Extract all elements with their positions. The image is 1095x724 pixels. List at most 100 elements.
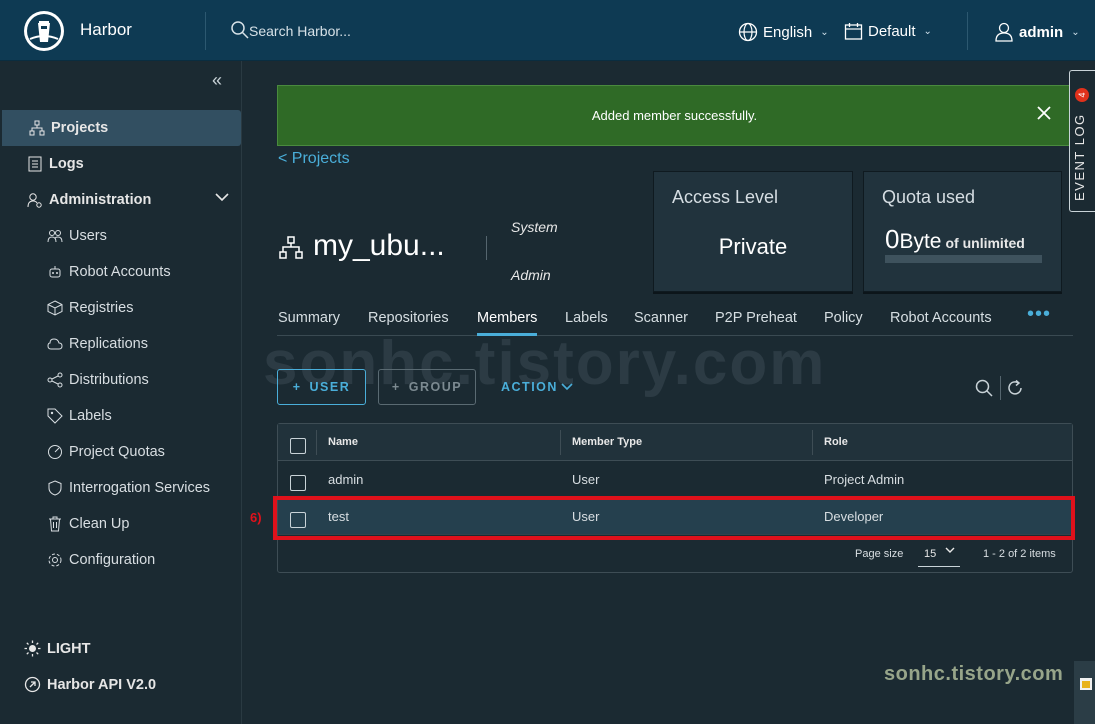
search-icon[interactable] bbox=[231, 21, 249, 39]
table-row[interactable]: admin User Project Admin bbox=[278, 461, 1072, 498]
harbor-logo-icon[interactable] bbox=[24, 11, 64, 51]
tab-repositories[interactable]: Repositories bbox=[368, 310, 449, 336]
title-divider bbox=[486, 236, 487, 260]
search-input[interactable]: Search Harbor... bbox=[249, 23, 351, 39]
member-name: admin bbox=[328, 472, 364, 487]
event-log-tab[interactable]: 4 EVENT LOG bbox=[1069, 70, 1095, 212]
user-menu[interactable]: admin ⌄ bbox=[994, 22, 1080, 42]
sidebar-item-registries[interactable]: Registries bbox=[0, 290, 241, 326]
row-checkbox[interactable] bbox=[290, 475, 306, 491]
table-header: Name Member Type Role bbox=[278, 424, 1072, 461]
highlight-box bbox=[273, 496, 1075, 540]
sidebar-item-label: Configuration bbox=[69, 552, 156, 568]
collapse-sidebar-icon[interactable]: « bbox=[212, 70, 222, 91]
column-header-member-type[interactable]: Member Type bbox=[572, 436, 642, 448]
brand-name[interactable]: Harbor bbox=[80, 20, 132, 40]
page-size-value: 15 bbox=[924, 548, 937, 560]
chevron-down-icon bbox=[215, 193, 229, 202]
sidebar-item-projects[interactable]: Projects bbox=[2, 110, 241, 146]
calendar-icon bbox=[844, 23, 863, 40]
chevron-down-icon bbox=[945, 547, 955, 553]
search-icon[interactable] bbox=[975, 379, 993, 397]
sidebar-item-label: Labels bbox=[69, 408, 112, 424]
sidebar-item-labels[interactable]: Labels bbox=[0, 398, 241, 434]
page-size-select[interactable]: 15 bbox=[918, 543, 960, 567]
user-icon bbox=[995, 22, 1013, 42]
project-icon bbox=[279, 236, 303, 259]
action-label: ACTION bbox=[501, 380, 558, 394]
quota-amount: 0 bbox=[885, 224, 900, 254]
column-divider bbox=[316, 430, 317, 455]
refresh-icon[interactable] bbox=[1006, 379, 1024, 397]
member-role: Project Admin bbox=[824, 472, 905, 487]
column-header-name[interactable]: Name bbox=[328, 436, 358, 448]
sidebar-item-label: Distributions bbox=[69, 372, 149, 388]
quota-limit: of unlimited bbox=[945, 235, 1025, 251]
add-user-label: USER bbox=[309, 380, 351, 394]
header-divider bbox=[205, 12, 206, 50]
toolbar-divider bbox=[1000, 376, 1001, 400]
top-navbar: Harbor Search Harbor... English ⌄ Defaul… bbox=[0, 0, 1095, 61]
sidebar-item-distributions[interactable]: Distributions bbox=[0, 362, 241, 398]
quota-used-card: Quota used 0Byte of unlimited bbox=[863, 171, 1062, 292]
sidebar-item-label: Replications bbox=[69, 336, 148, 352]
close-icon[interactable] bbox=[1037, 106, 1051, 120]
project-meta-role: Admin bbox=[511, 267, 551, 283]
sidebar-item-clean-up[interactable]: Clean Up bbox=[0, 506, 241, 542]
theme-label: LIGHT bbox=[47, 640, 91, 657]
bottom-watermark: sonhc.tistory.com bbox=[884, 663, 1064, 685]
administration-icon bbox=[26, 191, 44, 209]
quota-unit: Byte bbox=[899, 230, 942, 253]
tab-members[interactable]: Members bbox=[477, 310, 538, 336]
corner-panel bbox=[1074, 661, 1095, 724]
sidebar-item-users[interactable]: Users bbox=[0, 218, 241, 254]
sidebar-item-administration[interactable]: Administration bbox=[0, 182, 241, 218]
image-icon bbox=[1080, 678, 1092, 690]
back-to-projects-link[interactable]: < Projects bbox=[278, 150, 350, 168]
project-meta-system: System bbox=[511, 219, 558, 235]
users-icon bbox=[46, 227, 64, 245]
sidebar-item-replications[interactable]: Replications bbox=[0, 326, 241, 362]
theme-toggle[interactable]: LIGHT bbox=[24, 640, 91, 657]
sidebar-item-logs[interactable]: Logs bbox=[0, 146, 241, 182]
column-divider bbox=[560, 430, 561, 455]
language-dropdown[interactable]: English ⌄ bbox=[738, 22, 829, 42]
datetime-format-dropdown[interactable]: Default ⌄ bbox=[844, 22, 932, 41]
project-title: my_ubu... bbox=[313, 229, 445, 262]
cleanup-icon bbox=[46, 515, 64, 533]
api-label: Harbor API V2.0 bbox=[47, 676, 157, 693]
language-label: English bbox=[763, 23, 813, 41]
tab-summary[interactable]: Summary bbox=[278, 310, 340, 336]
sidebar-item-interrogation-services[interactable]: Interrogation Services bbox=[0, 470, 241, 506]
sidebar-item-label: Registries bbox=[69, 300, 134, 316]
sidebar-item-project-quotas[interactable]: Project Quotas bbox=[0, 434, 241, 470]
tab-robot-accounts[interactable]: Robot Accounts bbox=[890, 310, 992, 336]
project-tabs: Summary Repositories Members Labels Scan… bbox=[277, 303, 1073, 336]
tab-labels[interactable]: Labels bbox=[565, 310, 608, 336]
add-user-button[interactable]: + USER bbox=[277, 369, 366, 405]
labels-icon bbox=[46, 407, 64, 425]
tab-scanner[interactable]: Scanner bbox=[634, 310, 688, 336]
sidebar-item-robot-accounts[interactable]: Robot Accounts bbox=[0, 254, 241, 290]
globe-icon bbox=[738, 22, 758, 42]
sidebar-item-configuration[interactable]: Configuration bbox=[0, 542, 241, 578]
projects-icon bbox=[28, 119, 46, 137]
header-divider bbox=[967, 12, 968, 50]
sidebar-item-label: Robot Accounts bbox=[69, 264, 171, 280]
tab-policy[interactable]: Policy bbox=[824, 310, 863, 336]
plus-icon: + bbox=[391, 380, 401, 394]
add-group-button[interactable]: + GROUP bbox=[378, 369, 476, 405]
access-level-value: Private bbox=[718, 234, 788, 259]
quotas-icon bbox=[46, 443, 64, 461]
replications-icon bbox=[46, 335, 64, 353]
tab-p2p-preheat[interactable]: P2P Preheat bbox=[715, 310, 797, 336]
sidebar-item-label: Clean Up bbox=[69, 516, 130, 532]
robot-icon bbox=[46, 263, 64, 281]
column-header-role[interactable]: Role bbox=[824, 436, 848, 448]
action-dropdown-button[interactable]: ACTION bbox=[501, 380, 573, 394]
registries-icon bbox=[46, 299, 64, 317]
more-tabs-button[interactable]: ••• bbox=[1027, 303, 1051, 326]
select-all-checkbox[interactable] bbox=[290, 438, 306, 454]
harbor-api-link[interactable]: Harbor API V2.0 bbox=[24, 676, 156, 693]
chevron-down-icon bbox=[561, 383, 573, 391]
